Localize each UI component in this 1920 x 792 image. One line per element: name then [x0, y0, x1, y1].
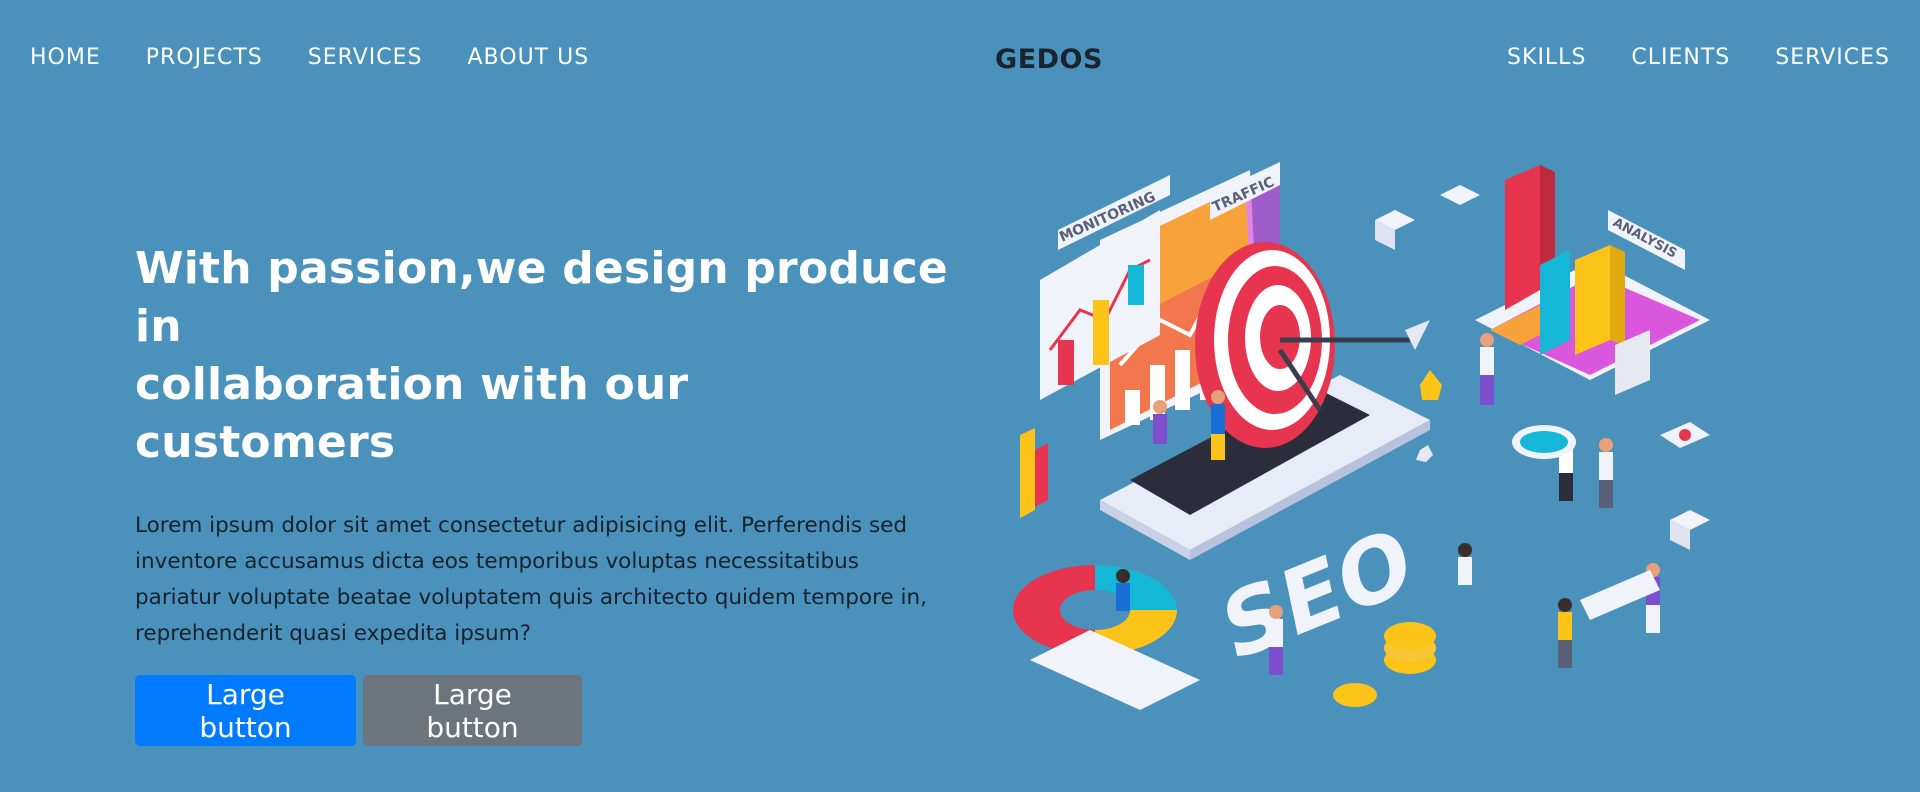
hero-button-group: Large button Large button [135, 675, 955, 746]
brand-logo[interactable]: GEDOS [995, 44, 1103, 75]
secondary-large-button[interactable]: Large button [363, 675, 582, 746]
hero-body-text: Lorem ipsum dolor sit amet consectetur a… [135, 513, 927, 646]
page: HOME PROJECTS SERVICES ABOUT US GEDOS SK… [0, 0, 1920, 792]
nav-home-link[interactable]: HOME [30, 44, 101, 72]
hero-title-line2: collaboration with our customers [135, 359, 689, 468]
hero-title: With passion,we design produce in collab… [135, 240, 955, 472]
seo-illustration: MONITORING TRAFFIC ANALYSIS SEO [1013, 162, 1710, 710]
hero-section: With passion,we design produce in collab… [135, 240, 955, 746]
nav-services-right-link[interactable]: SERVICES [1775, 44, 1890, 72]
nav-right-group: SKILLS CLIENTS SERVICES [1462, 44, 1890, 72]
nav-clients-link[interactable]: CLIENTS [1631, 44, 1730, 72]
star-icon [1416, 445, 1433, 462]
primary-large-button[interactable]: Large button [135, 675, 356, 746]
analysis-bar-chart: ANALYSIS [1475, 165, 1710, 395]
top-nav: HOME PROJECTS SERVICES ABOUT US GEDOS SK… [0, 0, 1920, 118]
nav-left-group: HOME PROJECTS SERVICES ABOUT US [30, 44, 634, 72]
nav-services-link[interactable]: SERVICES [308, 44, 423, 72]
nav-skills-link[interactable]: SKILLS [1507, 44, 1586, 72]
nav-about-link[interactable]: ABOUT US [468, 44, 590, 72]
star-icon [1420, 370, 1442, 400]
nav-projects-link[interactable]: PROJECTS [146, 44, 263, 72]
donut-chart [1013, 565, 1200, 710]
hero-title-line1: With passion,we design produce in [135, 243, 948, 352]
